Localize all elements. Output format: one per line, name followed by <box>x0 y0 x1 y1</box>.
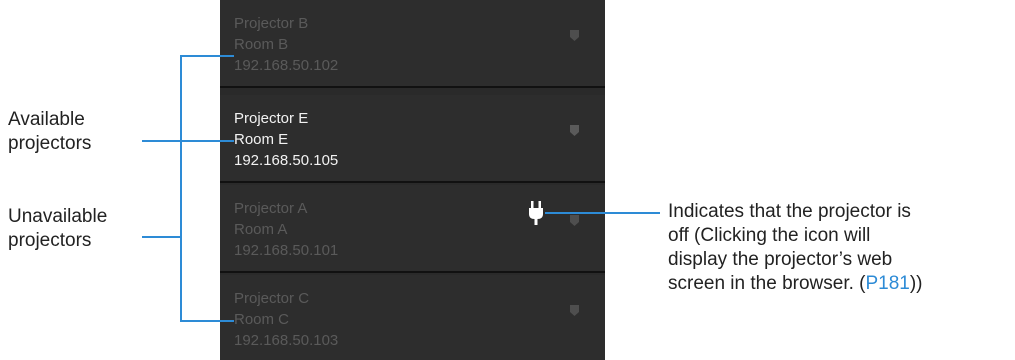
bracket-top-line <box>180 55 234 57</box>
callout-line-text: Indicates that the projector is <box>668 201 911 222</box>
projector-name: Projector B <box>234 15 309 32</box>
projector-item-text: Projector C Room C 192.168.50.103 <box>234 288 338 351</box>
projector-item-c[interactable]: Projector C Room C 192.168.50.103 <box>220 275 605 360</box>
label-line: projectors <box>8 230 92 251</box>
label-line: projectors <box>8 133 92 154</box>
power-plug-icon[interactable] <box>528 201 544 225</box>
projector-room: Room B <box>234 36 289 53</box>
available-connector-line <box>142 140 182 142</box>
label-line: Available <box>8 109 85 130</box>
bracket-vertical-line <box>180 55 182 322</box>
callout-text: )) <box>909 273 923 294</box>
unavailable-projectors-label: Unavailable projectors <box>8 205 107 253</box>
projector-item-b[interactable]: Projector B Room B 192.168.50.102 <box>220 0 605 88</box>
projector-ip: 192.168.50.103 <box>234 332 339 349</box>
available-projectors-label: Available projectors <box>8 108 91 156</box>
projector-room: Room E <box>234 131 289 148</box>
available-pointer-line <box>182 140 234 142</box>
projector-name: Projector E <box>234 110 309 127</box>
status-pentagon-icon <box>569 123 580 136</box>
projector-ip: 192.168.50.105 <box>234 152 339 169</box>
projector-ip: 192.168.50.101 <box>234 242 339 259</box>
callout-line-text: display the projector’s web <box>668 249 893 270</box>
projector-room: Room C <box>234 311 290 328</box>
callout-text: screen in the browser. ( <box>668 273 866 294</box>
label-line: Unavailable <box>8 206 108 227</box>
status-pentagon-icon <box>569 303 580 316</box>
projector-name: Projector A <box>234 200 308 217</box>
status-pentagon-icon <box>569 28 580 41</box>
projector-item-text: Projector B Room B 192.168.50.102 <box>234 13 338 76</box>
callout-line-text: screen in the browser. (P181)) <box>668 272 1013 296</box>
projector-item-text: Projector A Room A 192.168.50.101 <box>234 198 338 261</box>
page-reference-link[interactable]: P181 <box>865 273 909 294</box>
projector-name: Projector C <box>234 290 310 307</box>
projector-list: Projector B Room B 192.168.50.102 Projec… <box>220 0 605 360</box>
unavailable-connector-line <box>142 236 182 238</box>
projector-ip: 192.168.50.102 <box>234 57 339 74</box>
callout-line-text: off (Clicking the icon will <box>668 225 871 246</box>
callout-line <box>545 212 660 214</box>
projector-item-e[interactable]: Projector E Room E 192.168.50.105 <box>220 95 605 183</box>
projector-item-a[interactable]: Projector A Room A 192.168.50.101 <box>220 185 605 273</box>
status-pentagon-icon <box>569 213 580 226</box>
projector-room: Room A <box>234 221 288 238</box>
bracket-bottom-line <box>180 320 234 322</box>
projector-item-text: Projector E Room E 192.168.50.105 <box>234 108 338 171</box>
power-icon-callout: Indicates that the projector is off (Cli… <box>668 200 1013 296</box>
